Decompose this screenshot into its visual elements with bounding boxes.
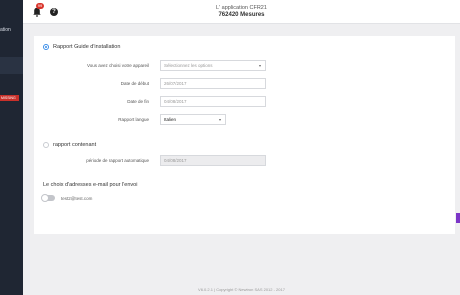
- end-date-label: Date de fin: [127, 99, 149, 104]
- side-tab-button[interactable]: [456, 213, 460, 223]
- report-guide-radio[interactable]: [43, 44, 49, 50]
- caret-down-icon: ▾: [258, 63, 261, 68]
- report-guide-label: Rapport Guide d'installation: [53, 44, 121, 50]
- language-label: Rapport langue: [118, 117, 149, 122]
- auto-period-label: période de rapport automatique: [86, 158, 149, 163]
- report-containing-radio[interactable]: [43, 142, 49, 148]
- language-select[interactable]: Italien ▾: [160, 114, 226, 125]
- sidebar: ation MISSING: [0, 0, 23, 295]
- app-title: L' application CFR21: [216, 5, 267, 11]
- auto-period-field: 04/08/2017: [160, 155, 266, 166]
- sidebar-active-band: [0, 57, 23, 74]
- sidebar-item-label[interactable]: ation: [0, 27, 11, 33]
- email-address: test2@test.com: [61, 196, 93, 201]
- device-select-placeholder: Sélectionnez les options: [164, 63, 213, 68]
- report-card: Rapport Guide d'installation Vous avez c…: [34, 36, 455, 234]
- end-date-field[interactable]: 04/08/2017: [160, 96, 266, 107]
- email-toggle[interactable]: [41, 194, 55, 202]
- email-section-title: Le choix d'adresses e-mail pour l'envoi: [43, 182, 138, 188]
- device-label: Vous avez choisi votre appareil: [86, 63, 149, 68]
- start-date-field[interactable]: 26/07/2017: [160, 78, 266, 89]
- footer-copyright: V6.0.2.1 | Copyright © Newtron SAS 2012 …: [198, 287, 285, 292]
- caret-down-icon: ▾: [218, 117, 221, 122]
- top-bar: 99 ? L' application CFR21 762420 Mesures: [23, 0, 460, 24]
- sidebar-badge: MISSING: [0, 95, 19, 101]
- device-select[interactable]: Sélectionnez les options ▾: [160, 60, 266, 71]
- start-date-label: Date de début: [120, 81, 149, 86]
- toggle-knob: [41, 194, 49, 202]
- page-subtitle: 762420 Mesures: [218, 12, 265, 18]
- language-select-value: Italien: [164, 117, 177, 122]
- report-containing-label: rapport contenant: [53, 142, 97, 148]
